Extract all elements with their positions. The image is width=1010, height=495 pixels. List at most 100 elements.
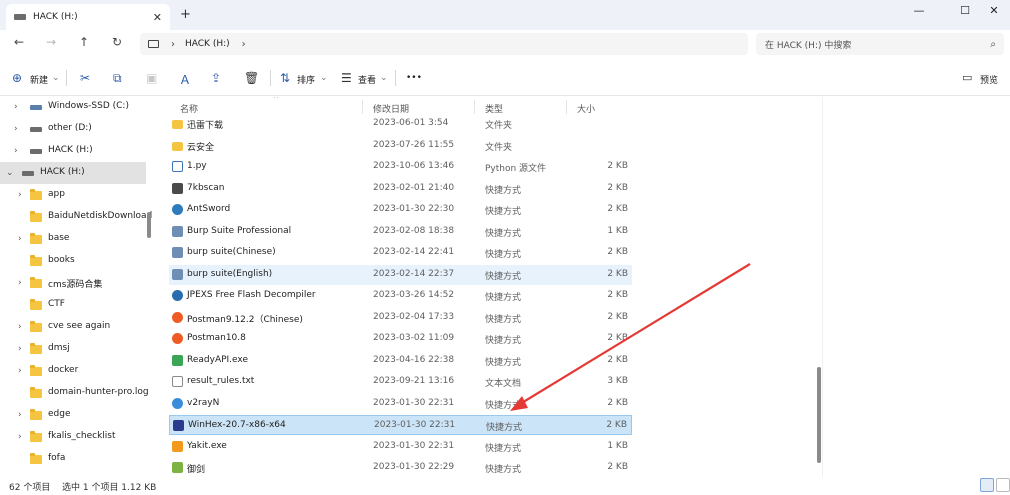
folder-icon — [30, 233, 42, 244]
sidebar-item[interactable]: › cve see again — [0, 316, 146, 338]
chevron-down-icon[interactable]: ⌄ — [6, 168, 14, 178]
column-divider[interactable] — [362, 100, 363, 114]
file-row[interactable]: v2rayN 2023-01-30 22:31 快捷方式 2 KB — [169, 394, 632, 414]
file-row[interactable]: WinHex-20.7-x86-x64 2023-01-30 22:31 快捷方式 2… — [169, 415, 632, 435]
sidebar-item[interactable]: › fkalis_checklist — [0, 426, 146, 448]
chevron-right-icon[interactable]: › — [171, 39, 175, 50]
sidebar-item[interactable]: › HACK (H:) — [0, 140, 146, 162]
file-name: v2rayN — [187, 397, 220, 408]
file-row[interactable]: burp suite(English) 2023-02-14 22:37 快捷方式 2… — [169, 264, 632, 285]
file-size: 2 KB — [607, 397, 628, 408]
text-file-icon — [172, 376, 183, 387]
chevron-right-icon[interactable]: › — [18, 344, 22, 354]
search-box[interactable]: 在 HACK (H:) 中搜索 ⌕ — [756, 33, 1004, 55]
file-date: 2023-03-26 14:52 — [373, 290, 455, 300]
sidebar-item[interactable]: › app — [0, 184, 146, 206]
chevron-right-icon[interactable]: › — [18, 410, 22, 420]
sidebar-item[interactable]: › Windows-SSD (C:) — [0, 97, 146, 118]
new-dropdown-icon[interactable]: ⌄ — [52, 73, 60, 83]
file-size: 2 KB — [607, 268, 628, 279]
paste-icon[interactable]: ▣ — [146, 71, 157, 85]
file-row[interactable]: 1.py 2023-10-06 13:46 Python 源文件 2 KB — [169, 157, 632, 177]
chevron-right-icon[interactable]: › — [18, 190, 22, 200]
file-row[interactable]: Postman10.8 2023-03-02 11:09 快捷方式 2 KB — [169, 329, 632, 349]
sidebar-item[interactable]: ⌄ HACK (H:) — [0, 162, 146, 184]
tab-hack-drive[interactable]: HACK (H:) ✕ — [6, 4, 170, 30]
forward-button[interactable]: → — [42, 35, 60, 49]
sidebar-item-label: fofa — [48, 453, 66, 463]
more-options-icon[interactable]: ••• — [406, 73, 422, 83]
sidebar-item[interactable]: › other (D:) — [0, 118, 146, 140]
file-date: 2023-10-06 13:46 — [373, 161, 455, 171]
file-row[interactable]: burp suite(Chinese) 2023-02-14 22:41 快捷方式 2… — [169, 243, 632, 263]
chevron-right-icon[interactable]: › — [18, 278, 22, 288]
share-icon[interactable]: ⇪ — [211, 71, 221, 85]
sidebar-item[interactable]: › docker — [0, 360, 146, 382]
chevron-right-icon[interactable]: › — [18, 322, 22, 332]
sidebar-item[interactable]: › edge — [0, 404, 146, 426]
details-view-button[interactable] — [980, 478, 994, 492]
sidebar-item[interactable]: › base — [0, 228, 146, 250]
file-row[interactable]: 御剑 2023-01-30 22:29 快捷方式 2 KB — [169, 458, 632, 477]
address-bar[interactable]: › HACK (H:) › — [140, 33, 748, 55]
file-row[interactable]: 7kbscan 2023-02-01 21:40 快捷方式 2 KB — [169, 179, 632, 199]
sidebar-item[interactable]: CTF — [0, 294, 146, 316]
cut-icon[interactable]: ✂ — [80, 71, 90, 85]
view-button[interactable]: 查看 — [358, 73, 376, 86]
drive-icon — [30, 149, 42, 154]
tab-close-icon[interactable]: ✕ — [153, 11, 162, 24]
file-row[interactable]: Postman9.12.2（Chinese) 2023-02-04 17:33 快捷… — [169, 308, 632, 328]
large-icons-view-button[interactable] — [996, 478, 1010, 492]
search-input[interactable]: 在 HACK (H:) 中搜索 — [765, 38, 990, 51]
chevron-right-icon[interactable]: › — [242, 39, 246, 50]
view-dropdown-icon[interactable]: ⌄ — [380, 73, 388, 83]
sidebar-item[interactable]: fofa — [0, 448, 146, 470]
breadcrumb-hack-drive[interactable]: HACK (H:) — [185, 39, 230, 49]
up-button[interactable]: ↑ — [75, 35, 93, 49]
file-row[interactable]: JPEXS Free Flash Decompiler 2023-03-26 14… — [169, 286, 632, 306]
chevron-right-icon[interactable]: › — [14, 146, 18, 156]
file-row[interactable]: ReadyAPI.exe 2023-04-16 22:38 快捷方式 2 KB — [169, 351, 632, 371]
sidebar-item[interactable]: › cms源码合集 — [0, 272, 146, 294]
column-divider[interactable] — [474, 100, 475, 114]
chevron-right-icon[interactable]: › — [14, 102, 18, 112]
file-type: 文件夹 — [485, 121, 513, 131]
file-size: 2 KB — [607, 462, 628, 472]
new-tab-button[interactable]: + — [180, 7, 191, 22]
refresh-button[interactable]: ↻ — [108, 35, 126, 49]
copy-icon[interactable]: ⧉ — [113, 71, 122, 86]
sort-dropdown-icon[interactable]: ⌄ — [320, 73, 328, 83]
file-size: 2 KB — [607, 204, 628, 214]
scrollbar-thumb[interactable] — [817, 367, 821, 463]
folder-icon — [30, 453, 42, 464]
sidebar-item[interactable]: domain-hunter-pro.log — [0, 382, 149, 404]
chevron-right-icon[interactable]: › — [18, 432, 22, 442]
chevron-right-icon[interactable]: › — [18, 366, 22, 376]
close-window-button[interactable]: ✕ — [984, 4, 1004, 17]
chevron-right-icon[interactable]: › — [14, 124, 18, 134]
sidebar-item[interactable]: BaiduNetdiskDownload — [0, 206, 152, 228]
file-row[interactable]: AntSword 2023-01-30 22:30 快捷方式 2 KB — [169, 200, 632, 220]
file-row[interactable]: result_rules.txt 2023-09-21 13:16 文本文档 3 KB — [169, 372, 632, 392]
sidebar-item[interactable]: books — [0, 250, 146, 272]
sidebar-item[interactable]: › dmsj — [0, 338, 146, 360]
file-row[interactable]: Yakit.exe 2023-01-30 22:31 快捷方式 1 KB — [169, 437, 632, 457]
file-row[interactable]: 迅雷下载 2023-06-01 3:54 文件夹 — [169, 114, 632, 134]
chevron-right-icon[interactable]: › — [18, 234, 22, 244]
sort-button[interactable]: 排序 — [297, 73, 315, 86]
drive-icon — [14, 14, 26, 20]
back-button[interactable]: ← — [10, 35, 28, 49]
new-button[interactable]: 新建 — [30, 73, 48, 86]
preview-button[interactable]: 预览 — [980, 73, 998, 86]
rename-icon[interactable]: Ａ — [179, 71, 191, 88]
column-divider[interactable] — [566, 100, 567, 114]
file-size: 2 KB — [607, 333, 628, 343]
file-row[interactable]: Burp Suite Professional 2023-02-08 18:38 快… — [169, 222, 632, 242]
sidebar-scrollbar[interactable] — [147, 212, 151, 238]
file-row[interactable]: 云安全 2023-07-26 11:55 文件夹 — [169, 136, 632, 156]
minimize-button[interactable]: — — [909, 4, 929, 17]
sort-icon: ⇅ — [280, 71, 291, 85]
delete-icon[interactable]: 🗑 — [244, 71, 259, 85]
maximize-button[interactable]: ☐ — [955, 4, 975, 17]
file-name: 1.py — [187, 161, 207, 171]
